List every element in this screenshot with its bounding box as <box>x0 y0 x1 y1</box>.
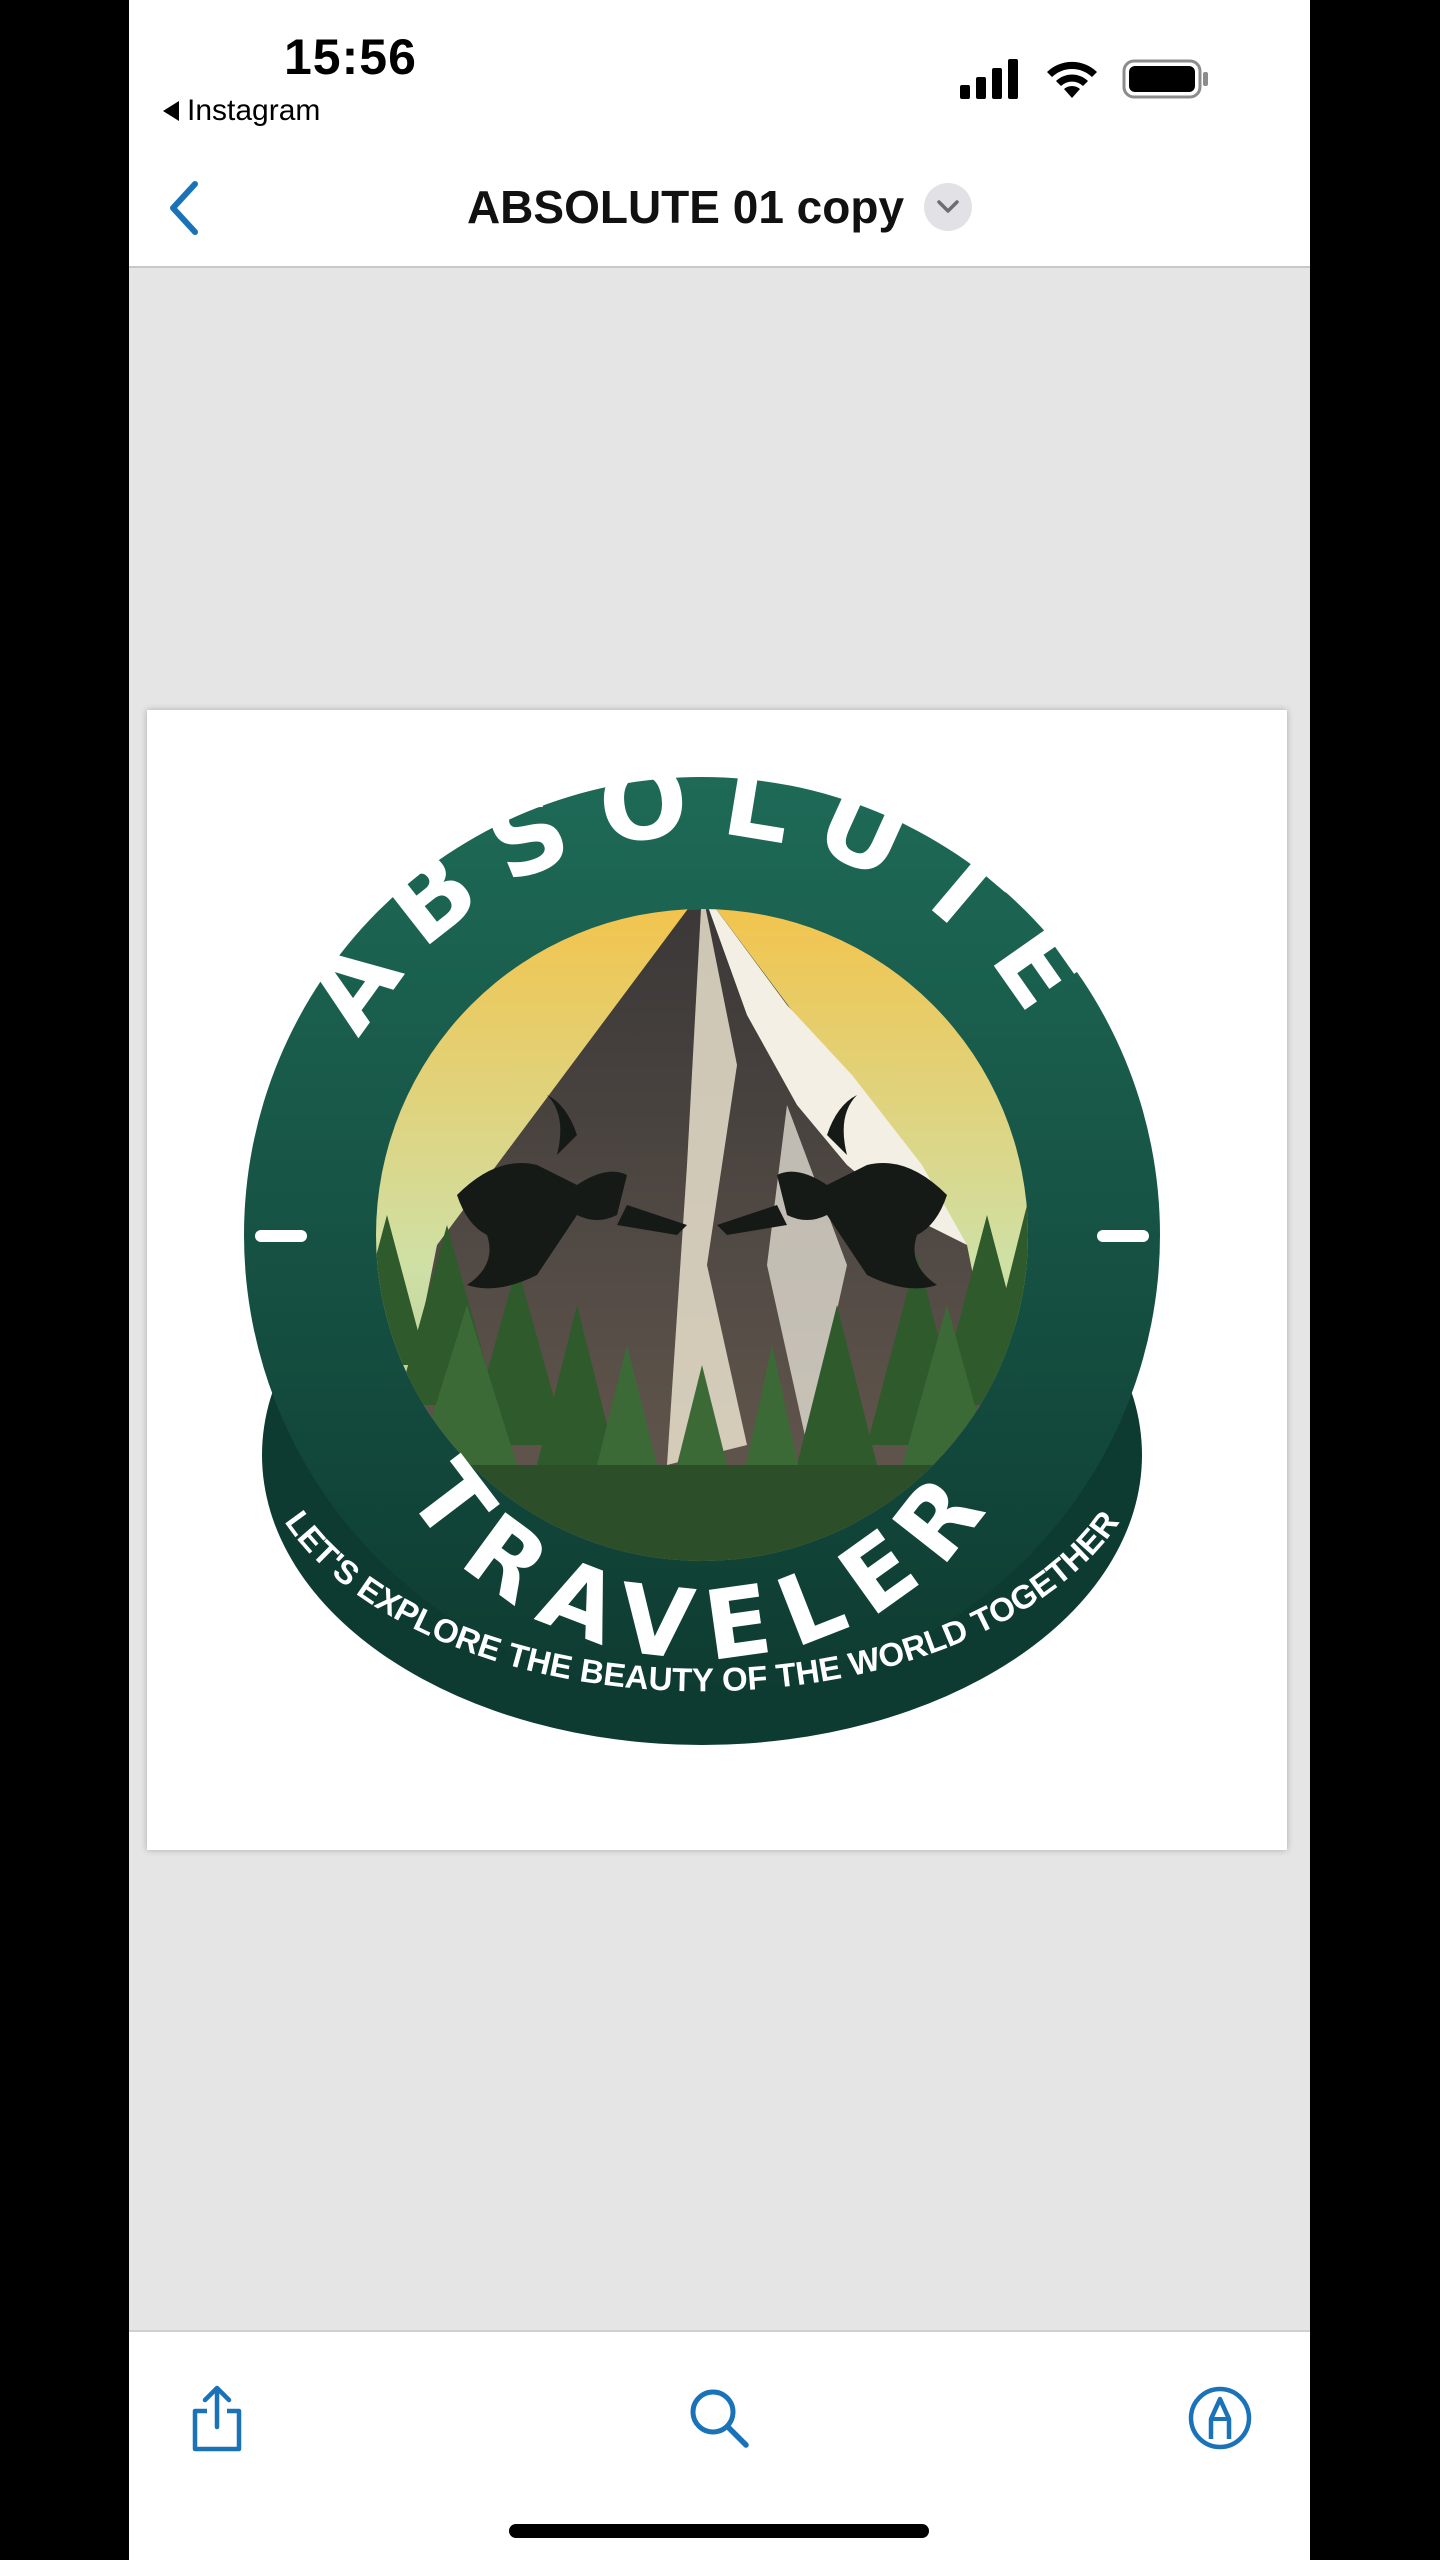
chevron-down-icon <box>937 200 959 213</box>
document-title: ABSOLUTE 01 copy <box>466 181 905 233</box>
title-dropdown-button[interactable] <box>924 183 973 231</box>
phone-screen: 15:56 Instagram ABSOLUTE 01 copy ABSOLUT… <box>129 0 1310 2560</box>
back-to-app-link[interactable]: Instagram <box>163 94 320 128</box>
battery-icon <box>1122 59 1208 99</box>
cellular-signal-icon <box>960 59 1018 99</box>
status-bar: 15:56 Instagram <box>129 0 1310 140</box>
share-icon <box>192 2385 242 2452</box>
back-app-label: Instagram <box>187 94 321 127</box>
absolute-traveler-logo: ABSOLUTE TRAVELER LET'S EXPLORE THE BEAU… <box>244 735 1160 1745</box>
navigation-bar: ABSOLUTE 01 copy <box>129 140 1310 268</box>
search-icon <box>690 2389 749 2448</box>
back-triangle-icon <box>163 101 179 121</box>
bottom-toolbar <box>129 2330 1310 2560</box>
markup-icon <box>1188 2386 1252 2450</box>
title-menu[interactable]: ABSOLUTE 01 copy <box>129 180 1310 234</box>
status-time: 15:56 <box>284 29 417 85</box>
home-indicator[interactable] <box>509 2524 929 2538</box>
image-preview[interactable]: ABSOLUTE TRAVELER LET'S EXPLORE THE BEAU… <box>147 710 1287 1850</box>
search-button[interactable] <box>679 2378 759 2458</box>
markup-button[interactable] <box>1180 2378 1260 2458</box>
wifi-icon <box>1047 61 1097 98</box>
status-icons <box>960 58 1210 100</box>
share-button[interactable] <box>177 2378 257 2458</box>
